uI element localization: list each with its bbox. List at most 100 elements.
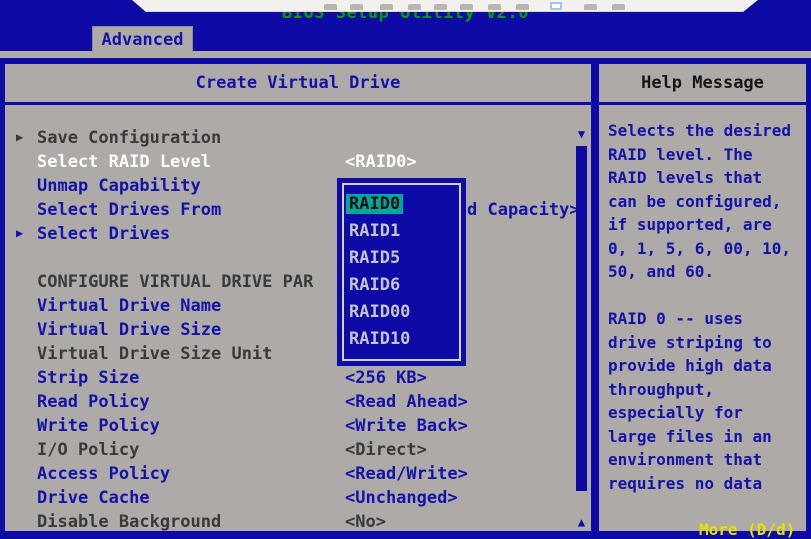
menu-item[interactable]: Select RAID Level <RAID0> [5, 151, 573, 175]
help-line: drive striping to [608, 333, 804, 357]
menu-item-value: <Unchanged> [345, 488, 458, 508]
help-line: Selects the desired [608, 121, 804, 145]
menu-item-value: <Read/Write> [345, 464, 468, 484]
dropdown-items: RAID0 RAID1 RAID5 RAID6 RAID00 RAID10 [346, 194, 457, 356]
help-line: environment that [608, 450, 804, 474]
dropdown-item[interactable]: RAID0 [346, 194, 457, 221]
submenu-arrow-icon: ▶ [16, 130, 23, 144]
dropdown-item-label: RAID1 [346, 221, 403, 241]
dropdown-item-label: RAID10 [346, 329, 413, 349]
tab-strip [0, 51, 811, 58]
help-panel-title: Help Message [599, 64, 806, 105]
menu-item-label: Read Policy [37, 392, 150, 412]
menu-item[interactable]: Virtual Drive Size [5, 319, 573, 343]
dropdown-item-label: RAID0 [346, 194, 403, 214]
menu-item-value: d Capacity> [467, 200, 580, 220]
menu-item-label: Select Drives From [37, 200, 221, 220]
submenu-arrow-icon: ▶ [16, 226, 23, 240]
create-virtual-drive-panel: Create Virtual Drive ▶ Save Configuration… [3, 62, 593, 533]
menu-item-value: <Direct> [345, 440, 427, 460]
help-more-label: More (D/d) [699, 520, 795, 539]
toolbar-icon-fragment[interactable] [488, 4, 501, 10]
menu-item-label: Select Drives [37, 224, 170, 244]
menu-item[interactable]: Disable Background <No> [5, 511, 573, 535]
tab-advanced[interactable]: Advanced [92, 26, 193, 52]
menu-item[interactable]: Access Policy <Read/Write> [5, 463, 573, 487]
menu-item[interactable]: Drive Cache <Unchanged> [5, 487, 573, 511]
help-line: throughput, [608, 380, 804, 404]
menu-item-value: <Read Ahead> [345, 392, 468, 412]
dropdown-item-label: RAID5 [346, 248, 403, 268]
menu-item-label: Virtual Drive Name [37, 296, 221, 316]
toolbar-icon-fragment[interactable] [408, 4, 421, 10]
menu-item[interactable]: CONFIGURE VIRTUAL DRIVE PAR [5, 271, 573, 295]
menu-item[interactable]: Virtual Drive Size Unit [5, 343, 573, 367]
toolbar-icon-fragment[interactable] [584, 4, 597, 10]
menu-item[interactable]: Strip Size <256 KB> [5, 367, 573, 391]
remote-console-toolbar [112, 0, 760, 12]
menu-item-value: <256 KB> [345, 368, 427, 388]
top-band: BIOS Setup Utility V2.0 Advanced [0, 0, 811, 62]
menu-item-label: Save Configuration [37, 128, 221, 148]
toolbar-icon-fragment[interactable] [516, 4, 529, 10]
menu-item[interactable]: Read Policy <Read Ahead> [5, 391, 573, 415]
menu-item-value: <Write Back> [345, 416, 468, 436]
help-line: RAID levels that [608, 168, 804, 192]
menu-item-label: CONFIGURE VIRTUAL DRIVE PAR [37, 272, 313, 292]
menu-blank-row [5, 247, 573, 271]
menu-item-label: Virtual Drive Size Unit [37, 344, 272, 364]
menu-item-label: Disable Background [37, 512, 221, 532]
help-panel: Help Message Selects the desiredRAID lev… [597, 62, 808, 533]
dropdown-item[interactable]: RAID1 [346, 221, 457, 248]
menu-item-label: Strip Size [37, 368, 139, 388]
help-text: Selects the desiredRAID level. TheRAID l… [608, 121, 804, 497]
toolbar-icon-fragment[interactable] [612, 4, 625, 10]
panel-title: Create Virtual Drive [5, 64, 591, 105]
scrollbar-thumb[interactable] [576, 146, 587, 491]
dropdown-item[interactable]: RAID10 [346, 329, 457, 356]
scrollbar[interactable]: ▼ ▲ [575, 128, 588, 531]
raid-level-dropdown: RAID0 RAID1 RAID5 RAID6 RAID00 RAID10 [337, 178, 466, 366]
toolbar-checkbox-icon[interactable] [550, 2, 562, 10]
menu-item-label: Select RAID Level [37, 152, 211, 172]
toolbar-icon-fragment[interactable] [434, 4, 447, 10]
help-line: RAID 0 -- uses [608, 309, 804, 333]
help-line: RAID level. The [608, 145, 804, 169]
menu-item-label: Drive Cache [37, 488, 150, 508]
menu-item[interactable]: I/O Policy <Direct> [5, 439, 573, 463]
help-line: 0, 1, 5, 6, 00, 10, [608, 239, 804, 263]
dropdown-item-label: RAID00 [346, 302, 413, 322]
menu-item[interactable]: Virtual Drive Name [5, 295, 573, 319]
menu-item[interactable]: Unmap Capability [5, 175, 573, 199]
dropdown-item[interactable]: RAID5 [346, 248, 457, 275]
menu-item-label: Access Policy [37, 464, 170, 484]
help-line: especially for [608, 403, 804, 427]
menu-item-label: I/O Policy [37, 440, 139, 460]
help-line: 50, and 60. [608, 262, 804, 286]
menu-item-value: <No> [345, 512, 386, 532]
menu-item-label: Virtual Drive Size [37, 320, 221, 340]
menu-item-value: <RAID0> [345, 152, 417, 172]
menu-item[interactable]: ▶ Select Drives [5, 223, 573, 247]
help-line: can be configured, [608, 192, 804, 216]
help-line: provide high data [608, 356, 804, 380]
toolbar-icon-fragment[interactable] [350, 4, 363, 10]
menu-item-label: Unmap Capability [37, 176, 201, 196]
scroll-down-icon[interactable]: ▼ [575, 128, 588, 141]
help-line: requires no data [608, 474, 804, 498]
menu-item-label: Write Policy [37, 416, 160, 436]
dropdown-item[interactable]: RAID00 [346, 302, 457, 329]
menu-item[interactable]: Select Drives Fromd Capacity> [5, 199, 573, 223]
toolbar-icon-fragment[interactable] [324, 4, 337, 10]
menu-items: ▶ Save Configuration Select RAID Level <RAI… [5, 127, 573, 535]
help-line: large files in an [608, 427, 804, 451]
dropdown-item[interactable]: RAID6 [346, 275, 457, 302]
menu-item[interactable]: ▶ Save Configuration [5, 127, 573, 151]
scroll-up-icon[interactable]: ▲ [575, 516, 588, 529]
toolbar-icon-fragment[interactable] [460, 4, 473, 10]
dropdown-item-label: RAID6 [346, 275, 403, 295]
help-line: if supported, are [608, 215, 804, 239]
menu-item[interactable]: Write Policy <Write Back> [5, 415, 573, 439]
help-line [608, 286, 804, 310]
toolbar-icon-fragment[interactable] [380, 4, 393, 10]
